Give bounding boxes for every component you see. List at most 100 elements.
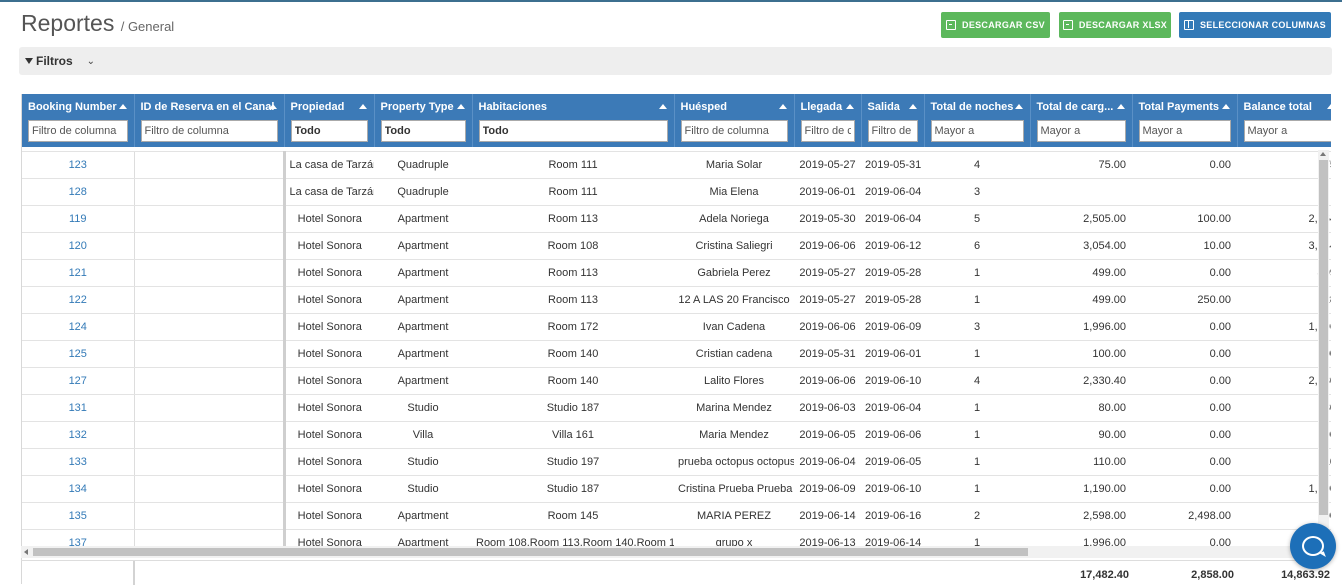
booking-number-link[interactable]: 133 — [22, 448, 135, 476]
column-header[interactable]: Propiedad — [284, 94, 375, 120]
column-header[interactable]: Total de noches — [924, 94, 1031, 120]
column-filter-input[interactable] — [680, 120, 788, 142]
booking-number-link[interactable]: 128 — [22, 178, 135, 206]
column-header[interactable]: Huésped — [674, 94, 795, 120]
column-header[interactable]: Llegada — [794, 94, 862, 120]
sort-arrow-icon[interactable] — [1221, 104, 1230, 109]
table-row[interactable]: 119 Hotel Sonora Apartment Room 113 Adela No… — [22, 205, 1331, 233]
column-filter-input[interactable] — [478, 120, 668, 142]
column-header[interactable]: Total Payments — [1132, 94, 1238, 120]
table-row[interactable]: 120 Hotel Sonora Apartment Room 108 Cristina… — [22, 232, 1331, 260]
column-filter-input[interactable] — [140, 120, 278, 142]
table-row[interactable]: 124 Hotel Sonora Apartment Room 172 Ivan Cad… — [22, 313, 1331, 341]
table-cell: Hotel Sonora — [284, 205, 374, 233]
booking-number-link[interactable]: 125 — [22, 340, 135, 368]
table-row[interactable]: 128 La casa de Tarzán Quadruple Room 111 Mia… — [22, 178, 1331, 206]
booking-number-link[interactable]: 119 — [22, 205, 135, 233]
filter-funnel-icon — [25, 58, 33, 64]
column-header[interactable]: Habitaciones — [472, 94, 675, 120]
column-filter-input[interactable] — [28, 120, 128, 142]
column-header[interactable]: ID de Reserva en el Canal — [134, 94, 285, 120]
scroll-left-arrow-icon[interactable] — [24, 549, 28, 555]
booking-number-link[interactable]: 122 — [22, 286, 135, 314]
horizontal-scrollbar[interactable] — [21, 546, 1318, 558]
download-xlsx-button[interactable]: DESCARGAR XLSX — [1059, 12, 1171, 38]
booking-number-link[interactable]: 120 — [22, 232, 135, 260]
column-filter-input[interactable] — [867, 120, 918, 142]
table-cell: 12 A LAS 20 Francisco — [674, 286, 794, 314]
booking-number-link[interactable]: 131 — [22, 394, 135, 422]
column-filter-input[interactable] — [800, 120, 855, 142]
column-filter-input[interactable] — [930, 120, 1024, 142]
horizontal-scroll-thumb[interactable] — [33, 548, 1028, 556]
total-payments: 2,858.00 — [1191, 569, 1234, 581]
table-row[interactable]: 127 Hotel Sonora Apartment Room 140 Lalito F… — [22, 367, 1331, 395]
column-header[interactable]: Property Type — [374, 94, 473, 120]
sort-arrow-icon[interactable] — [456, 104, 465, 109]
table-cell: Room 113 — [472, 205, 674, 233]
download-csv-button[interactable]: DESCARGAR CSV — [941, 12, 1050, 38]
sort-arrow-icon[interactable] — [268, 104, 277, 109]
filters-toggle[interactable]: Filtros ⌄ — [19, 47, 1332, 75]
sort-arrow-icon[interactable] — [658, 104, 667, 109]
table-cell: 2019-06-05 — [861, 448, 924, 476]
top-accent-line — [0, 0, 1342, 2]
totals-divider — [133, 561, 135, 585]
sort-arrow-icon[interactable] — [1116, 104, 1125, 109]
column-filter-input[interactable] — [1036, 120, 1126, 142]
table-cell: Room 111 — [472, 178, 674, 206]
column-header[interactable]: Booking Number — [22, 94, 135, 120]
booking-number-link[interactable]: 124 — [22, 313, 135, 341]
table-row[interactable]: 131 Hotel Sonora Studio Studio 187 Marina Me… — [22, 394, 1331, 422]
table-row[interactable]: 121 Hotel Sonora Apartment Room 113 Gabriela… — [22, 259, 1331, 287]
table-row[interactable]: 123 La casa de Tarzán Quadruple Room 111 Mar… — [22, 151, 1331, 179]
column-header[interactable]: Salida — [861, 94, 925, 120]
download-csv-label: DESCARGAR CSV — [962, 20, 1045, 30]
column-filter-input[interactable] — [1138, 120, 1231, 142]
scroll-up-arrow-icon[interactable] — [1320, 152, 1326, 156]
column-header[interactable]: Balance total — [1237, 94, 1331, 120]
column-header[interactable]: Total de carg... — [1030, 94, 1133, 120]
table-cell: Hotel Sonora — [284, 286, 374, 314]
table-row[interactable]: 134 Hotel Sonora Studio Studio 187 Cristina … — [22, 475, 1331, 503]
table-cell: 2,330.40 — [1030, 367, 1132, 395]
floppy-disk-icon — [1062, 20, 1073, 30]
filter-cell — [22, 120, 135, 147]
column-filter-input[interactable] — [1243, 120, 1331, 142]
booking-number-link[interactable]: 134 — [22, 475, 135, 503]
table-cell: 0.00 — [1132, 394, 1237, 422]
sort-arrow-icon[interactable] — [778, 104, 787, 109]
column-header-label: Salida — [867, 101, 900, 113]
table-cell: 2019-06-10 — [861, 475, 924, 503]
table-row[interactable]: 132 Hotel Sonora Villa Villa 161 Maria Mende… — [22, 421, 1331, 449]
columns-icon — [1183, 20, 1194, 30]
table-cell — [134, 502, 286, 530]
sort-arrow-icon[interactable] — [1014, 104, 1023, 109]
sort-arrow-icon[interactable] — [118, 104, 127, 109]
table-cell: 0.00 — [1132, 151, 1237, 179]
select-columns-button[interactable]: SELECCIONAR COLUMNAS — [1179, 12, 1331, 38]
booking-number-link[interactable]: 121 — [22, 259, 135, 287]
table-row[interactable]: 135 Hotel Sonora Apartment Room 145 MARIA PE… — [22, 502, 1331, 530]
vertical-scroll-thumb[interactable] — [1319, 160, 1328, 515]
vertical-scrollbar[interactable] — [1318, 150, 1329, 547]
column-filter-input[interactable] — [290, 120, 368, 142]
table-row[interactable]: 133 Hotel Sonora Studio Studio 197 prueba oc… — [22, 448, 1331, 476]
table-row[interactable]: 125 Hotel Sonora Apartment Room 140 Cristian… — [22, 340, 1331, 368]
sort-arrow-icon[interactable] — [358, 104, 367, 109]
column-filter-input[interactable] — [380, 120, 466, 142]
table-cell: Hotel Sonora — [284, 232, 374, 260]
booking-number-link[interactable]: 132 — [22, 421, 135, 449]
page-title-main: Reportes — [21, 10, 115, 36]
sort-arrow-icon[interactable] — [908, 104, 917, 109]
chat-widget-button[interactable] — [1290, 523, 1336, 569]
table-cell: Room 113 — [472, 286, 674, 314]
booking-number-link[interactable]: 127 — [22, 367, 135, 395]
table-cell: 0.00 — [1132, 340, 1237, 368]
booking-number-link[interactable]: 135 — [22, 502, 135, 530]
sort-arrow-icon[interactable] — [1326, 104, 1331, 109]
sort-arrow-icon[interactable] — [845, 104, 854, 109]
booking-number-link[interactable]: 123 — [22, 151, 135, 179]
table-cell: La casa de Tarzán — [284, 178, 374, 206]
table-row[interactable]: 122 Hotel Sonora Apartment Room 113 12 A LAS… — [22, 286, 1331, 314]
